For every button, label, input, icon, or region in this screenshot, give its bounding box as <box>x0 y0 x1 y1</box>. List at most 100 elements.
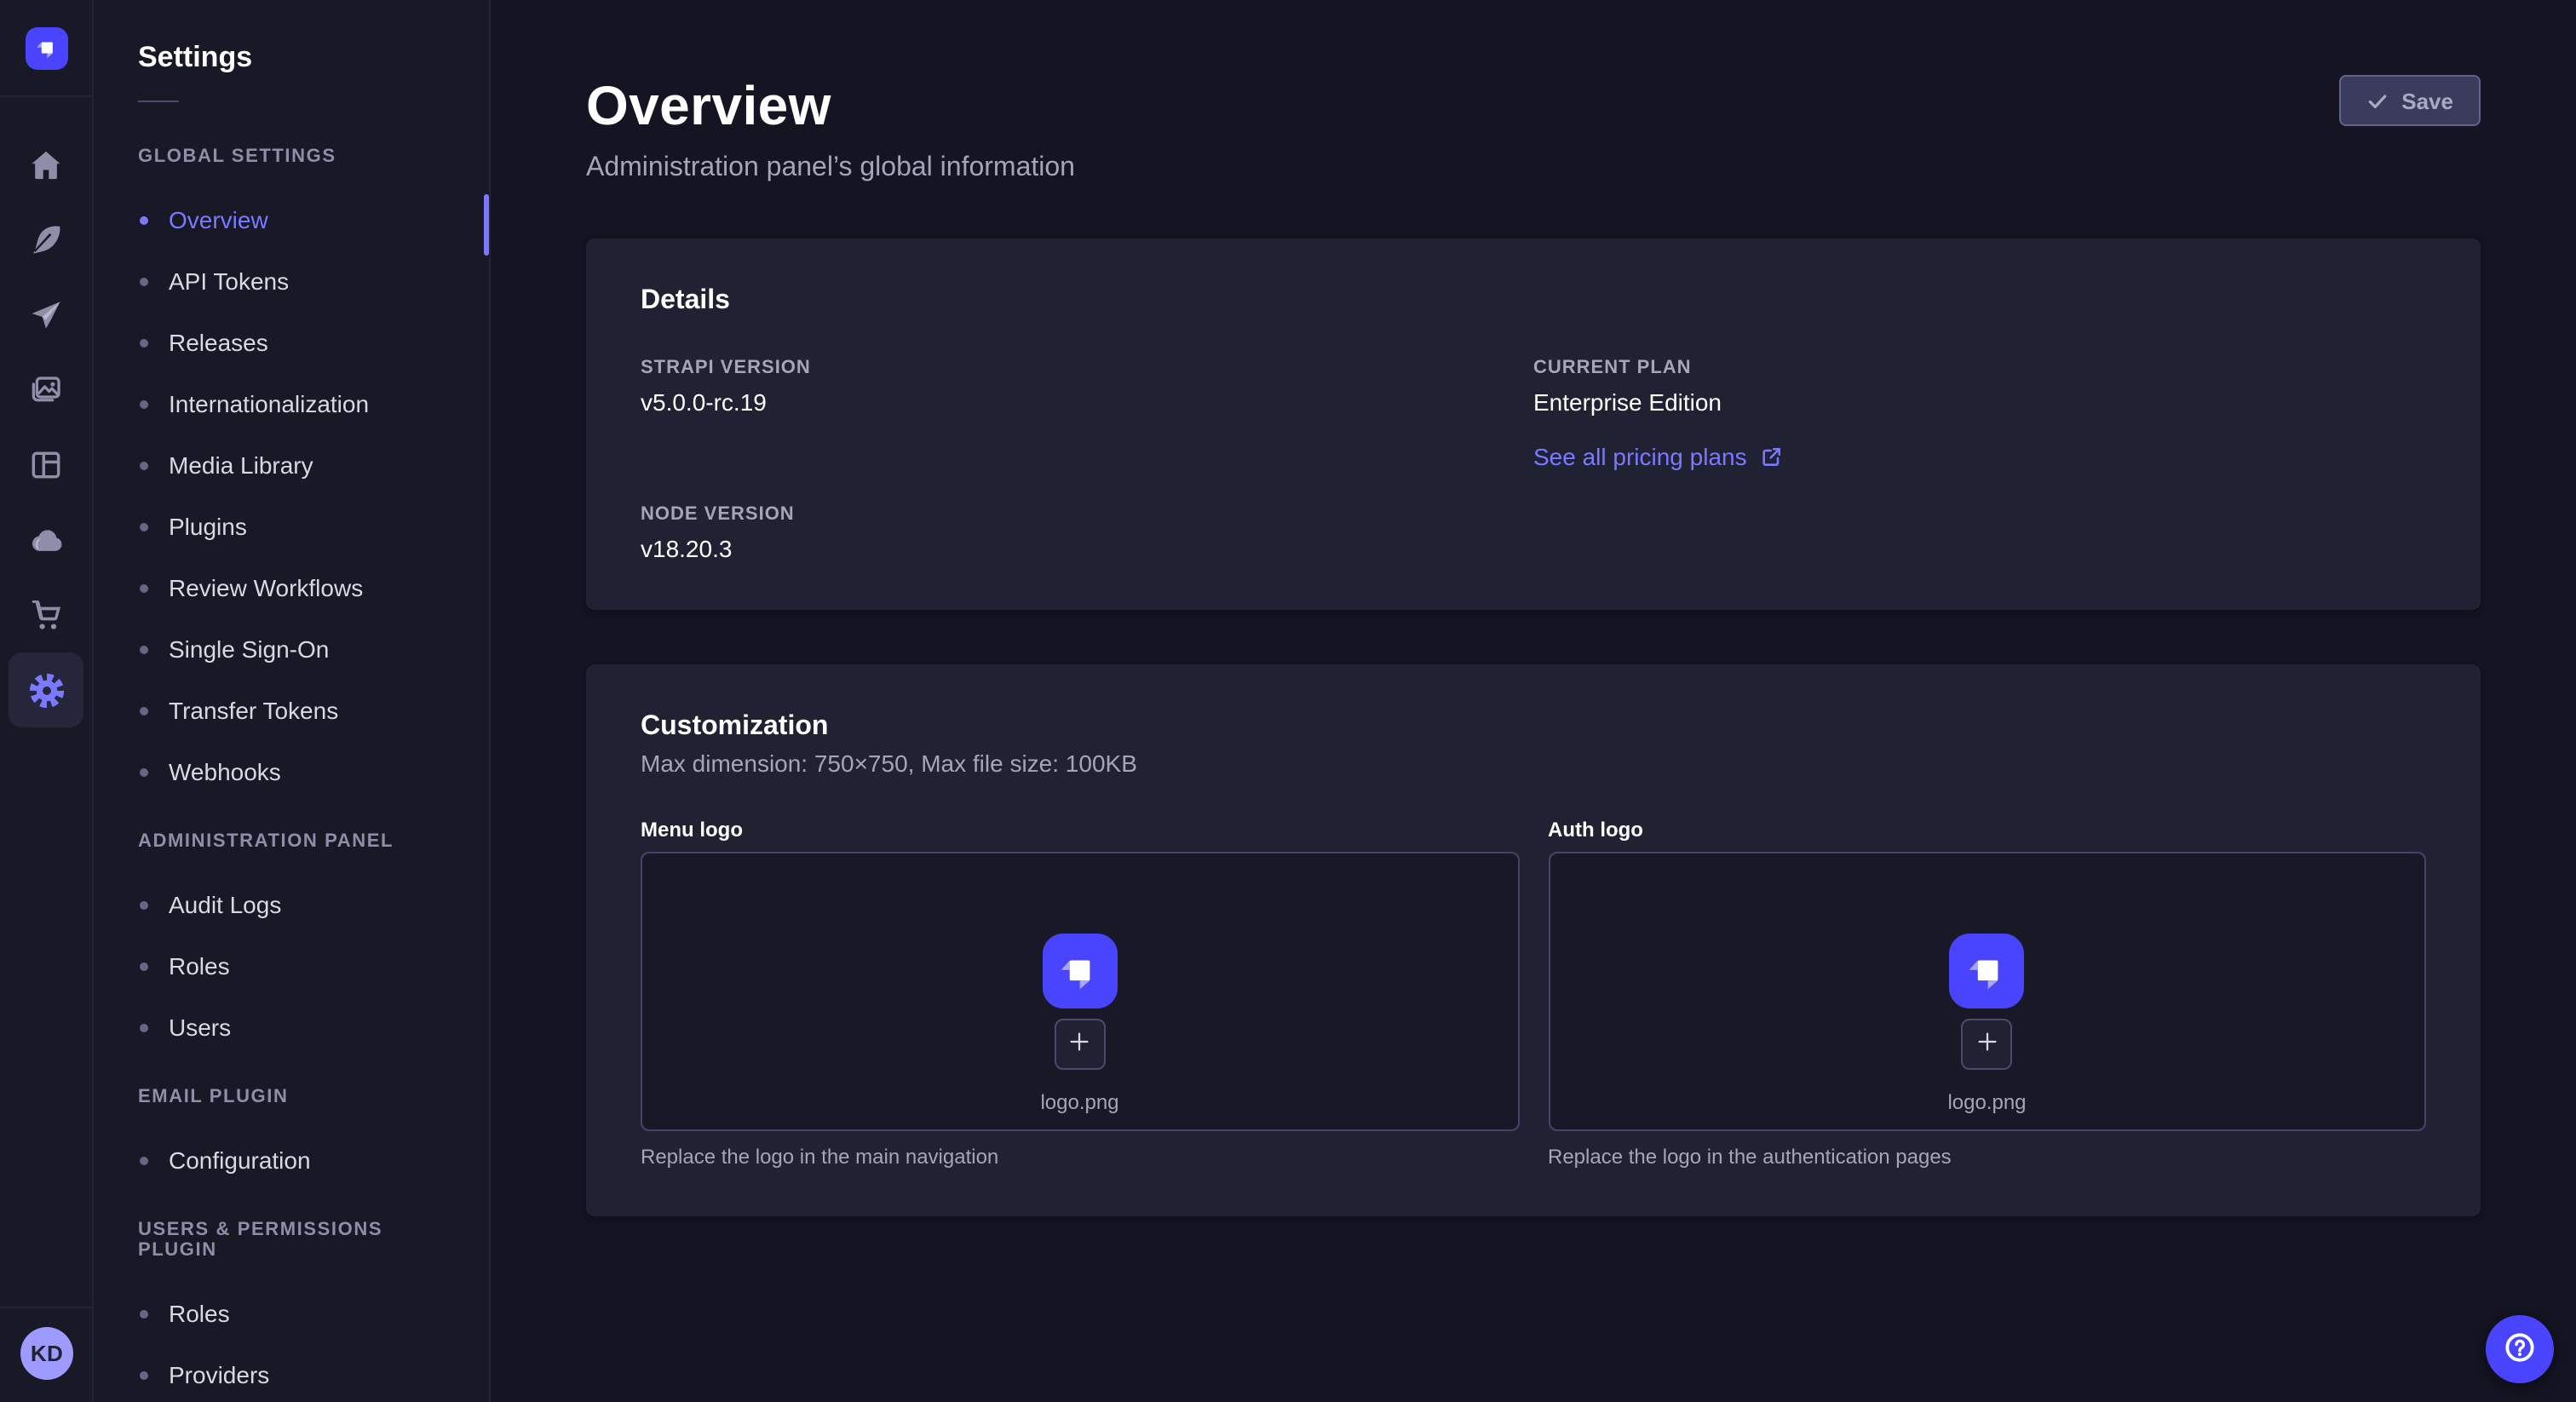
menu-logo-dropzone[interactable]: logo.png <box>641 852 1519 1131</box>
rail-item-content-manager[interactable] <box>9 203 83 278</box>
rail-item-marketplace[interactable] <box>9 577 83 652</box>
sidebar-item-email-configuration[interactable]: Configuration <box>94 1129 489 1191</box>
auth-logo-label: Auth logo <box>1548 818 2426 842</box>
strapi-version-field: STRAPI VERSION v5.0.0-rc.19 <box>641 358 1533 416</box>
sidebar-item-overview[interactable]: Overview <box>94 189 489 250</box>
sidebar-item-releases[interactable]: Releases <box>94 312 489 373</box>
page-header: Overview Administration panel’s global i… <box>586 75 2481 184</box>
bullet-icon <box>140 767 148 776</box>
strapi-logo-icon <box>25 26 67 69</box>
rail-item-cloud[interactable] <box>9 503 83 577</box>
auth-logo-add-button[interactable] <box>1962 1019 2013 1070</box>
sidebar-item-admin-users[interactable]: Users <box>94 997 489 1058</box>
page-subtitle: Administration panel’s global informatio… <box>586 153 1075 184</box>
subnav-title-divider <box>138 101 179 102</box>
bullet-icon <box>140 338 148 347</box>
bullet-icon <box>140 461 148 469</box>
sidebar-item-up-providers[interactable]: Providers <box>94 1344 489 1402</box>
bullet-icon <box>140 522 148 531</box>
auth-logo-field: Auth logo <box>1548 818 2426 1169</box>
rail-item-media-library[interactable] <box>9 353 83 428</box>
subnav-title: Settings <box>138 41 489 75</box>
bullet-icon <box>140 962 148 970</box>
menu-logo-label: Menu logo <box>641 818 1519 842</box>
main-content: Overview Administration panel’s global i… <box>491 0 2576 1402</box>
logo-grid: Menu logo <box>641 818 2426 1169</box>
media-library-icon <box>27 371 65 409</box>
users-permissions-list: Roles Providers <box>94 1283 489 1402</box>
rail-divider <box>0 95 93 97</box>
bullet-icon <box>140 583 148 592</box>
global-settings-list: Overview API Tokens Releases Internation… <box>94 189 489 802</box>
sidebar-item-single-sign-on[interactable]: Single Sign-On <box>94 618 489 680</box>
administration-panel-list: Audit Logs Roles Users <box>94 874 489 1058</box>
auth-logo-filename: logo.png <box>1947 1090 2026 1114</box>
bullet-icon <box>140 706 148 715</box>
sidebar-item-audit-logs[interactable]: Audit Logs <box>94 874 489 935</box>
check-icon <box>2366 89 2388 112</box>
strapi-logo-icon <box>1950 934 2025 1008</box>
strapi-version-label: STRAPI VERSION <box>641 358 1533 378</box>
rail-icon-nav <box>9 128 83 727</box>
menu-logo-add-button[interactable] <box>1055 1019 1106 1070</box>
section-header-administration-panel: ADMINISTRATION PANEL <box>138 831 445 852</box>
bullet-icon <box>140 399 148 408</box>
details-right-column: CURRENT PLAN Enterprise Edition See all … <box>1533 358 2426 562</box>
rail-bottom-divider <box>0 1307 94 1308</box>
feather-icon <box>27 221 65 259</box>
sidebar-item-review-workflows[interactable]: Review Workflows <box>94 557 489 618</box>
paper-plane-icon <box>27 296 65 334</box>
rail-item-releases[interactable] <box>9 278 83 353</box>
menu-logo-hint: Replace the logo in the main navigation <box>641 1145 1519 1169</box>
bullet-icon <box>140 1309 148 1318</box>
auth-logo-hint: Replace the logo in the authentication p… <box>1548 1145 2426 1169</box>
page-title: Overview <box>586 75 1075 136</box>
customization-card: Customization Max dimension: 750×750, Ma… <box>586 664 2481 1216</box>
help-button[interactable] <box>2486 1315 2554 1383</box>
section-header-global-settings: GLOBAL SETTINGS <box>138 147 445 167</box>
current-plan-label: CURRENT PLAN <box>1533 358 2426 378</box>
sidebar-item-up-roles[interactable]: Roles <box>94 1283 489 1344</box>
current-plan-value: Enterprise Edition <box>1533 388 2426 416</box>
page-header-text: Overview Administration panel’s global i… <box>586 75 1075 184</box>
main-nav-rail: KD <box>0 0 94 1402</box>
rail-bottom: KD <box>0 1307 94 1402</box>
bullet-icon <box>140 1370 148 1379</box>
auth-logo-dropzone[interactable]: logo.png <box>1548 852 2426 1131</box>
save-button[interactable]: Save <box>2338 75 2481 126</box>
node-version-value: v18.20.3 <box>641 535 1533 562</box>
sidebar-item-admin-roles[interactable]: Roles <box>94 935 489 997</box>
rail-item-settings[interactable] <box>9 652 83 727</box>
layout-icon <box>27 446 65 484</box>
bullet-icon <box>140 1156 148 1164</box>
question-icon <box>2501 1328 2539 1370</box>
sidebar-item-plugins[interactable]: Plugins <box>94 496 489 557</box>
external-link-icon <box>1761 445 1785 468</box>
cloud-icon <box>26 520 66 560</box>
strapi-logo-icon <box>1043 934 1118 1008</box>
sidebar-item-api-tokens[interactable]: API Tokens <box>94 250 489 312</box>
sidebar-item-internationalization[interactable]: Internationalization <box>94 373 489 434</box>
details-card: Details STRAPI VERSION v5.0.0-rc.19 NODE… <box>586 238 2481 610</box>
details-left-column: STRAPI VERSION v5.0.0-rc.19 NODE VERSION… <box>641 358 1533 562</box>
sidebar-item-media-library[interactable]: Media Library <box>94 434 489 496</box>
details-heading: Details <box>641 286 2426 317</box>
workspace-logo[interactable] <box>0 0 93 95</box>
current-plan-field: CURRENT PLAN Enterprise Edition <box>1533 358 2426 416</box>
section-header-email-plugin: EMAIL PLUGIN <box>138 1087 445 1107</box>
rail-item-home[interactable] <box>9 128 83 203</box>
pricing-plans-link[interactable]: See all pricing plans <box>1533 443 1785 470</box>
node-version-label: NODE VERSION <box>641 504 1533 525</box>
strapi-version-value: v5.0.0-rc.19 <box>641 388 1533 416</box>
rail-item-content-type-builder[interactable] <box>9 428 83 503</box>
email-plugin-list: Configuration <box>94 1129 489 1191</box>
node-version-field: NODE VERSION v18.20.3 <box>641 504 1533 562</box>
bullet-icon <box>140 900 148 909</box>
sidebar-item-transfer-tokens[interactable]: Transfer Tokens <box>94 680 489 741</box>
bullet-icon <box>140 277 148 285</box>
customization-subheading: Max dimension: 750×750, Max file size: 1… <box>641 750 2426 777</box>
bullet-icon <box>140 215 148 224</box>
sidebar-item-webhooks[interactable]: Webhooks <box>94 741 489 802</box>
avatar[interactable]: KD <box>20 1327 73 1380</box>
home-icon <box>27 147 65 184</box>
